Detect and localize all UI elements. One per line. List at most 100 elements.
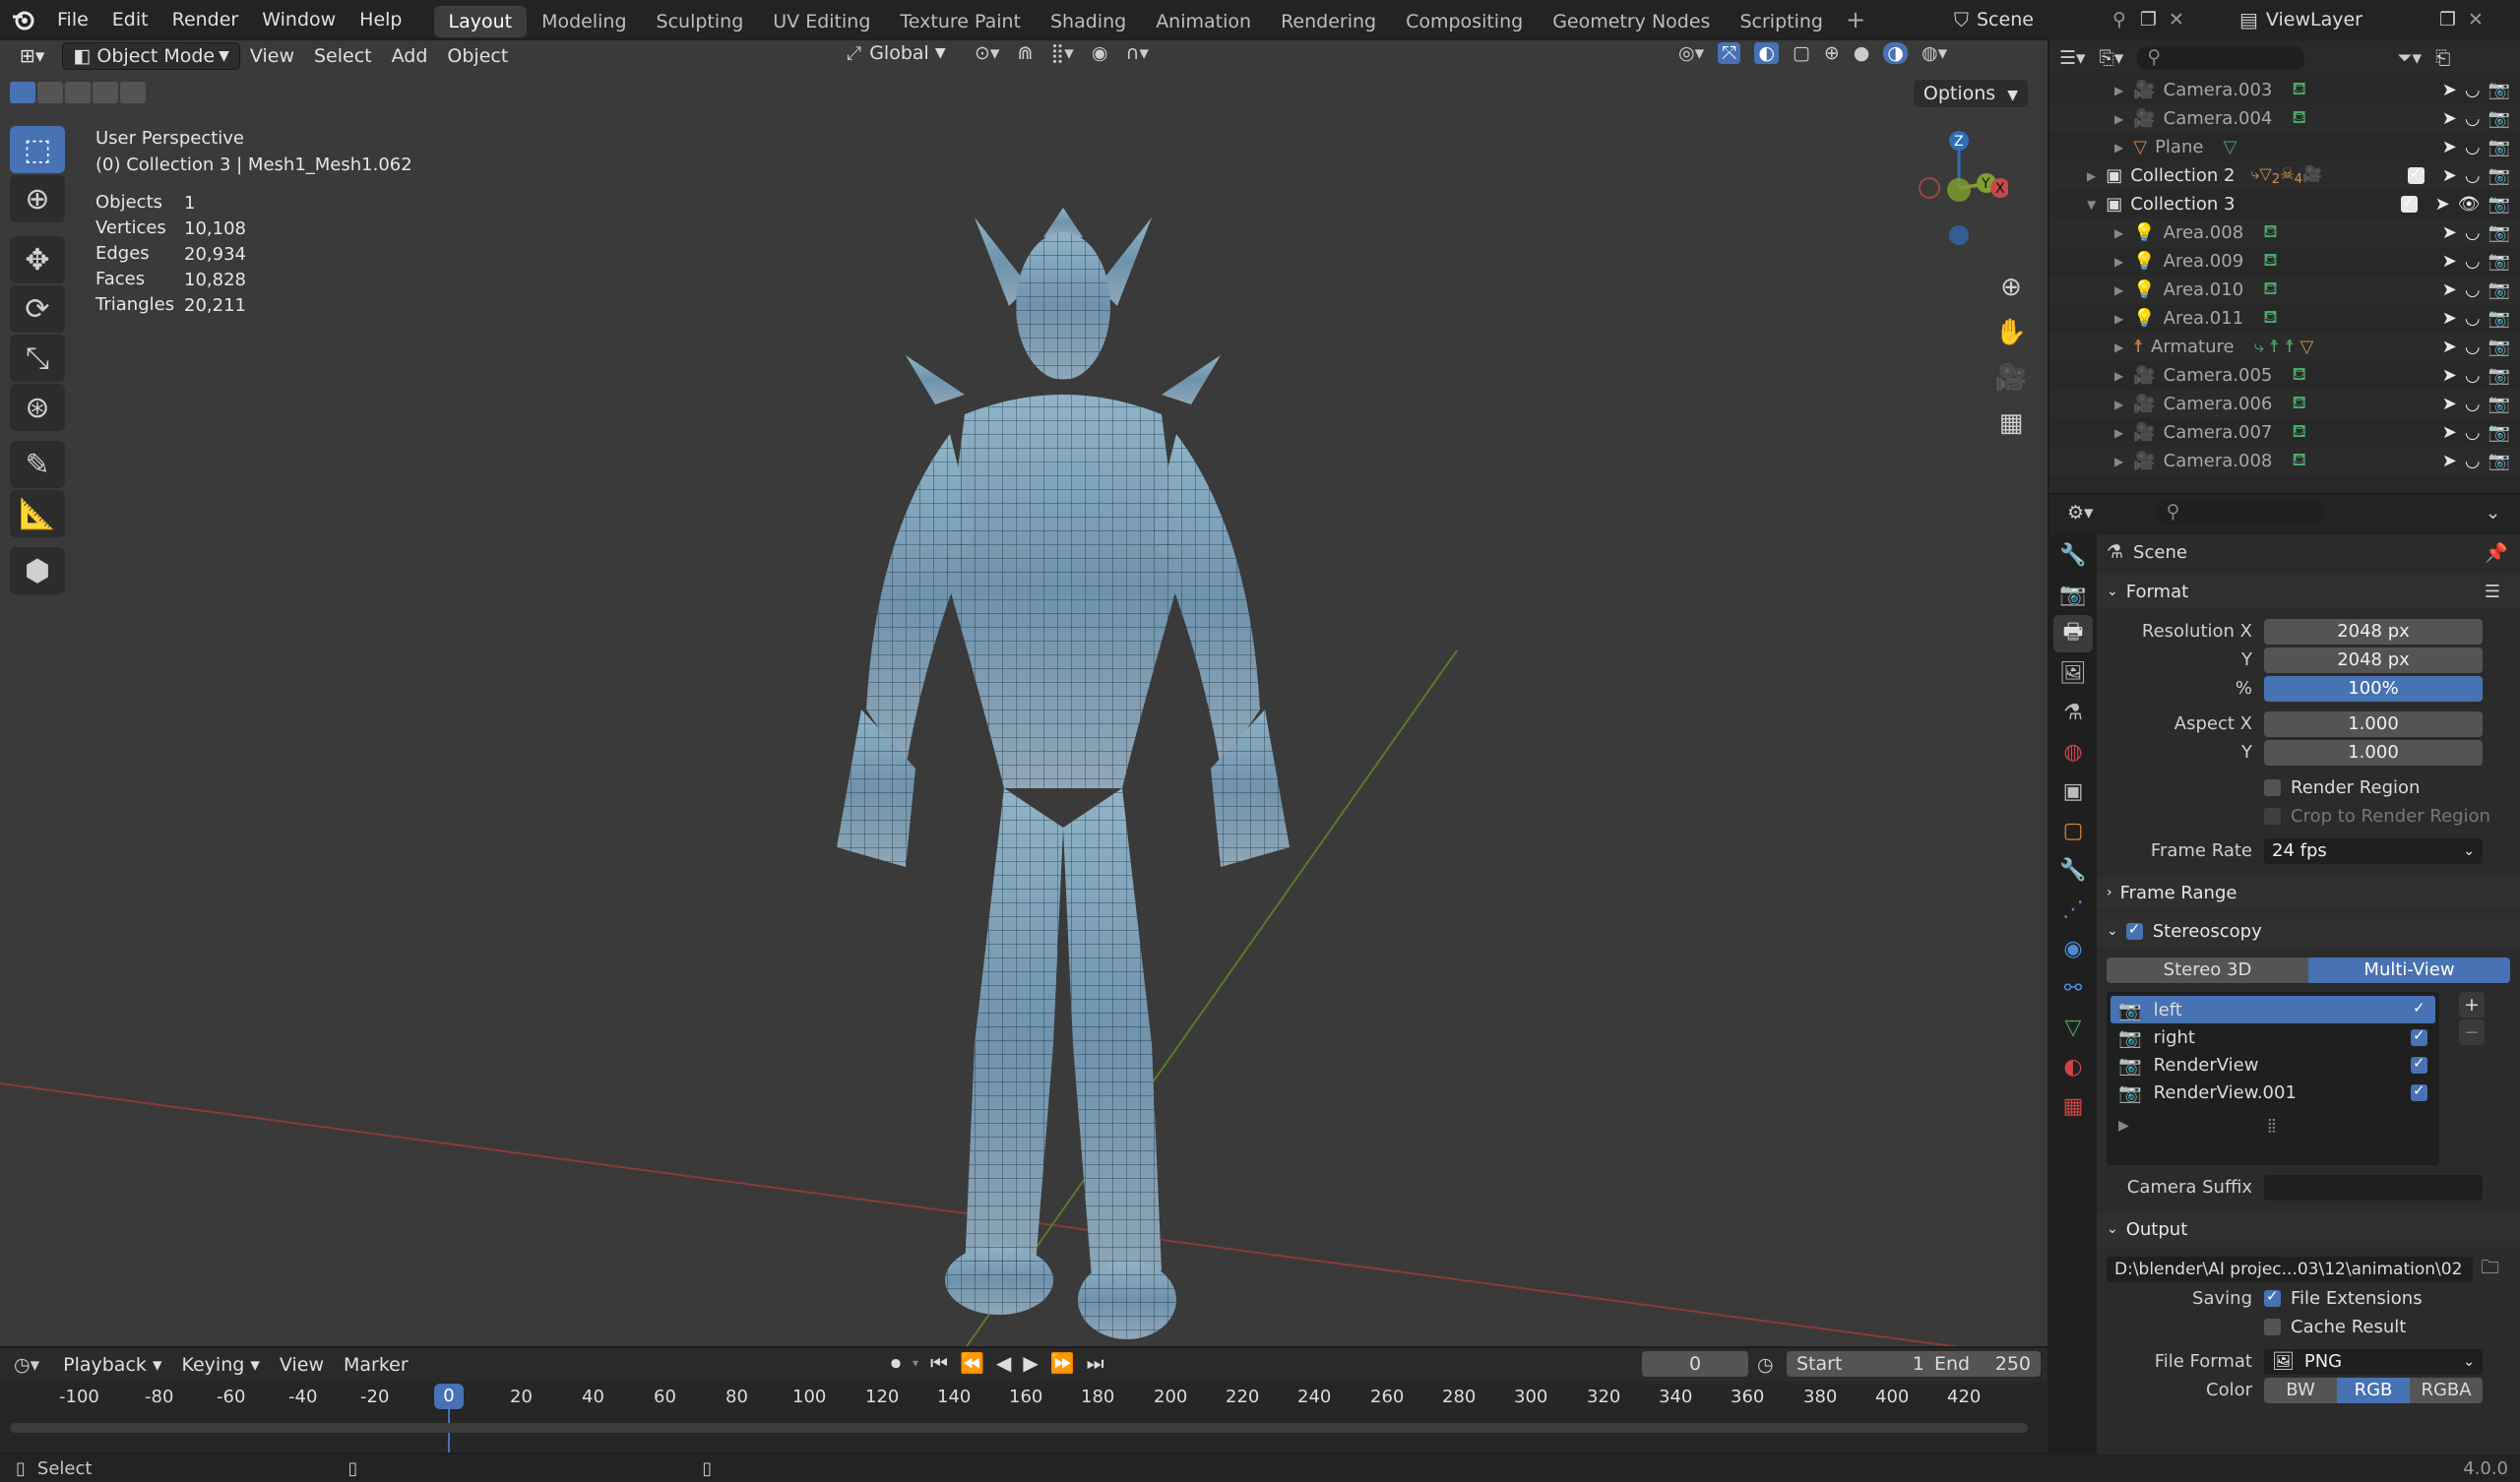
tab-sculpting[interactable]: Sculpting xyxy=(642,6,759,37)
tab-compositing[interactable]: Compositing xyxy=(1391,6,1538,37)
transform-orientation-dropdown[interactable]: ⤢ Global ▼ xyxy=(847,42,946,64)
menu-view[interactable]: View xyxy=(240,42,304,70)
expand-arrow-icon[interactable]: ▶ xyxy=(2114,141,2123,154)
menu-select[interactable]: Select xyxy=(304,42,382,70)
expand-arrow-icon[interactable]: ▶ xyxy=(2114,84,2123,97)
view-enabled-checkbox[interactable] xyxy=(2411,1081,2427,1101)
add-view-icon[interactable]: + xyxy=(2459,992,2485,1018)
list-item[interactable]: 📷 RenderView.001 xyxy=(2110,1079,2435,1106)
gizmo-toggle-icon[interactable]: ⤧ xyxy=(1718,42,1741,64)
tool-tab-icon[interactable]: 🔧 xyxy=(2053,536,2093,574)
chevron-down-icon[interactable]: ⌄ xyxy=(2486,502,2501,524)
select-box-new-icon[interactable] xyxy=(10,82,35,103)
jump-start-icon[interactable]: ⏮ xyxy=(930,1351,948,1375)
menu-help[interactable]: Help xyxy=(347,0,413,39)
hide-icon[interactable]: ◡ xyxy=(2465,165,2481,186)
next-keyframe-icon[interactable]: ⏩ xyxy=(1050,1351,1075,1375)
hide-icon[interactable]: ◡ xyxy=(2465,137,2481,157)
file-format-dropdown[interactable]: 🖼 PNG ⌄ xyxy=(2264,1348,2483,1375)
stereoscopy-checkbox[interactable] xyxy=(2125,920,2143,940)
select-box-intersect-icon[interactable] xyxy=(120,82,146,103)
file-extensions-checkbox[interactable] xyxy=(2264,1287,2281,1307)
texture-tab-icon[interactable]: ▦ xyxy=(2053,1087,2093,1125)
annotate-tool-icon[interactable]: ✎ xyxy=(10,441,65,488)
collapse-arrow-icon[interactable]: ▼ xyxy=(2087,198,2096,212)
tab-texture-paint[interactable]: Texture Paint xyxy=(885,6,1036,37)
hide-icon[interactable]: ◡ xyxy=(2465,80,2481,100)
current-frame-field[interactable]: 0 xyxy=(1642,1351,1748,1377)
pan-hand-icon[interactable]: ✋ xyxy=(1988,310,2034,355)
new-collection-icon[interactable]: ⎗ xyxy=(2435,47,2450,69)
scene-selector[interactable]: ⛉ Scene ⚲ ❐ ✕ xyxy=(1954,4,2190,35)
scale-tool-icon[interactable]: ⤡ xyxy=(10,335,65,382)
tab-modeling[interactable]: Modeling xyxy=(527,6,641,37)
menu-add[interactable]: Add xyxy=(382,42,438,70)
tab-layout[interactable]: Layout xyxy=(433,6,528,37)
menu-view[interactable]: View xyxy=(270,1351,334,1379)
shading-material-icon[interactable]: ◑ xyxy=(1883,42,1908,64)
cache-result-row[interactable]: Cache Result xyxy=(2107,1313,2510,1341)
select-box-invert-icon[interactable] xyxy=(93,82,118,103)
outliner-row[interactable]: ▶ 💡 Area.008 ⛾ ➤ ◡ 📷 xyxy=(2049,218,2520,247)
new-scene-icon[interactable]: ❐ xyxy=(2140,9,2157,31)
select-icon[interactable]: ➤ xyxy=(2442,337,2457,357)
menu-object[interactable]: Object xyxy=(437,42,518,70)
expand-arrow-icon[interactable]: ▶ xyxy=(2114,255,2123,269)
play-icon[interactable]: ▶ xyxy=(1023,1351,1038,1375)
tab-uv-editing[interactable]: UV Editing xyxy=(758,6,885,37)
outliner-row[interactable]: ▶ 🎥 Camera.006 ⛾ ➤ ◡ 📷 xyxy=(2049,390,2520,418)
expand-arrow-icon[interactable]: ▶ xyxy=(2087,169,2096,183)
delete-view-layer-icon[interactable]: ✕ xyxy=(2468,9,2484,31)
tab-animation[interactable]: Animation xyxy=(1141,6,1266,37)
properties-search-input[interactable]: ⚲ xyxy=(2156,501,2324,525)
data-tab-icon[interactable]: ▽ xyxy=(2053,1009,2093,1046)
outliner-row[interactable]: ▼ ▣ Collection 3 ➤ 👁 📷 xyxy=(2049,190,2520,218)
resize-grip-icon[interactable]: ⣿ xyxy=(2267,1118,2277,1134)
select-icon[interactable]: ➤ xyxy=(2442,451,2457,471)
timeline-scrollbar[interactable] xyxy=(10,1423,2028,1433)
mode-dropdown[interactable]: ◧ Object Mode ▼ xyxy=(62,42,240,70)
list-item[interactable]: 📷 left xyxy=(2110,996,2435,1023)
color-bw-button[interactable]: BW xyxy=(2264,1377,2337,1403)
render-icon[interactable]: 📷 xyxy=(2488,422,2510,443)
hide-icon[interactable]: ◡ xyxy=(2465,451,2481,471)
outliner-row[interactable]: ▶ 🎥 Camera.003 ⛾ ➤ ◡ 📷 xyxy=(2049,76,2520,104)
exclude-checkbox[interactable] xyxy=(2407,164,2425,184)
render-icon[interactable]: 📷 xyxy=(2488,108,2510,129)
folder-icon[interactable]: 🗀 xyxy=(2481,1254,2499,1285)
xray-icon[interactable]: ▢ xyxy=(1793,42,1810,64)
select-icon[interactable]: ➤ xyxy=(2442,165,2457,186)
expand-arrow-icon[interactable]: ▶ xyxy=(2114,398,2123,411)
outliner-row[interactable]: ▶ 💡 Area.009 ⛾ ➤ ◡ 📷 xyxy=(2049,247,2520,276)
render-icon[interactable]: 📷 xyxy=(2488,137,2510,157)
expand-arrow-icon[interactable]: ▶ xyxy=(2114,340,2123,354)
outliner-search-input[interactable]: ⚲ xyxy=(2137,46,2305,70)
select-icon[interactable]: ➤ xyxy=(2442,137,2457,157)
output-tab-icon[interactable]: 🖶 xyxy=(2053,615,2093,652)
pin-icon[interactable]: 📌 xyxy=(2485,541,2508,564)
jump-end-icon[interactable]: ⏭ xyxy=(1087,1351,1104,1375)
visibility-icon[interactable]: ◎▾ xyxy=(1678,42,1704,64)
character-mesh[interactable] xyxy=(768,158,1358,1346)
render-icon[interactable]: 📷 xyxy=(2488,451,2510,471)
resolution-x-field[interactable]: 2048 px xyxy=(2264,618,2483,645)
render-region-checkbox[interactable] xyxy=(2264,779,2281,796)
render-icon[interactable]: 📷 xyxy=(2488,337,2510,357)
crop-checkbox[interactable] xyxy=(2264,808,2281,825)
3d-viewport[interactable]: ⊞▾ ◧ Object Mode ▼ View Select Add Objec… xyxy=(0,40,2048,1346)
outliner-row[interactable]: ▶ 🎥 Camera.008 ⛾ ➤ ◡ 📷 xyxy=(2049,447,2520,475)
select-box-subtract-icon[interactable] xyxy=(65,82,91,103)
expand-arrow-icon[interactable]: ▶ xyxy=(2114,226,2123,240)
outliner-row[interactable]: ▶ ▣ Collection 2 ⤷▽2☠4🎥 ➤ ◡ 📷 xyxy=(2049,161,2520,190)
hide-icon[interactable]: ◡ xyxy=(2465,365,2481,386)
expand-arrow-icon[interactable]: ▶ xyxy=(2114,312,2123,326)
editor-type-icon[interactable]: ◷▾ xyxy=(14,1354,39,1376)
add-workspace-icon[interactable]: + xyxy=(1838,6,1873,33)
render-icon[interactable]: 📷 xyxy=(2488,222,2510,243)
view-layer-tab-icon[interactable]: 🖼 xyxy=(2053,654,2093,692)
render-icon[interactable]: 📷 xyxy=(2488,80,2510,100)
end-frame-field[interactable]: End 250 xyxy=(1924,1351,2041,1377)
frame-ruler[interactable]: -100 -80 -60 -40 -20 0 20 40 60 80 100 1… xyxy=(0,1382,2048,1411)
menu-edit[interactable]: Edit xyxy=(100,0,160,39)
menu-marker[interactable]: Marker xyxy=(334,1351,418,1379)
